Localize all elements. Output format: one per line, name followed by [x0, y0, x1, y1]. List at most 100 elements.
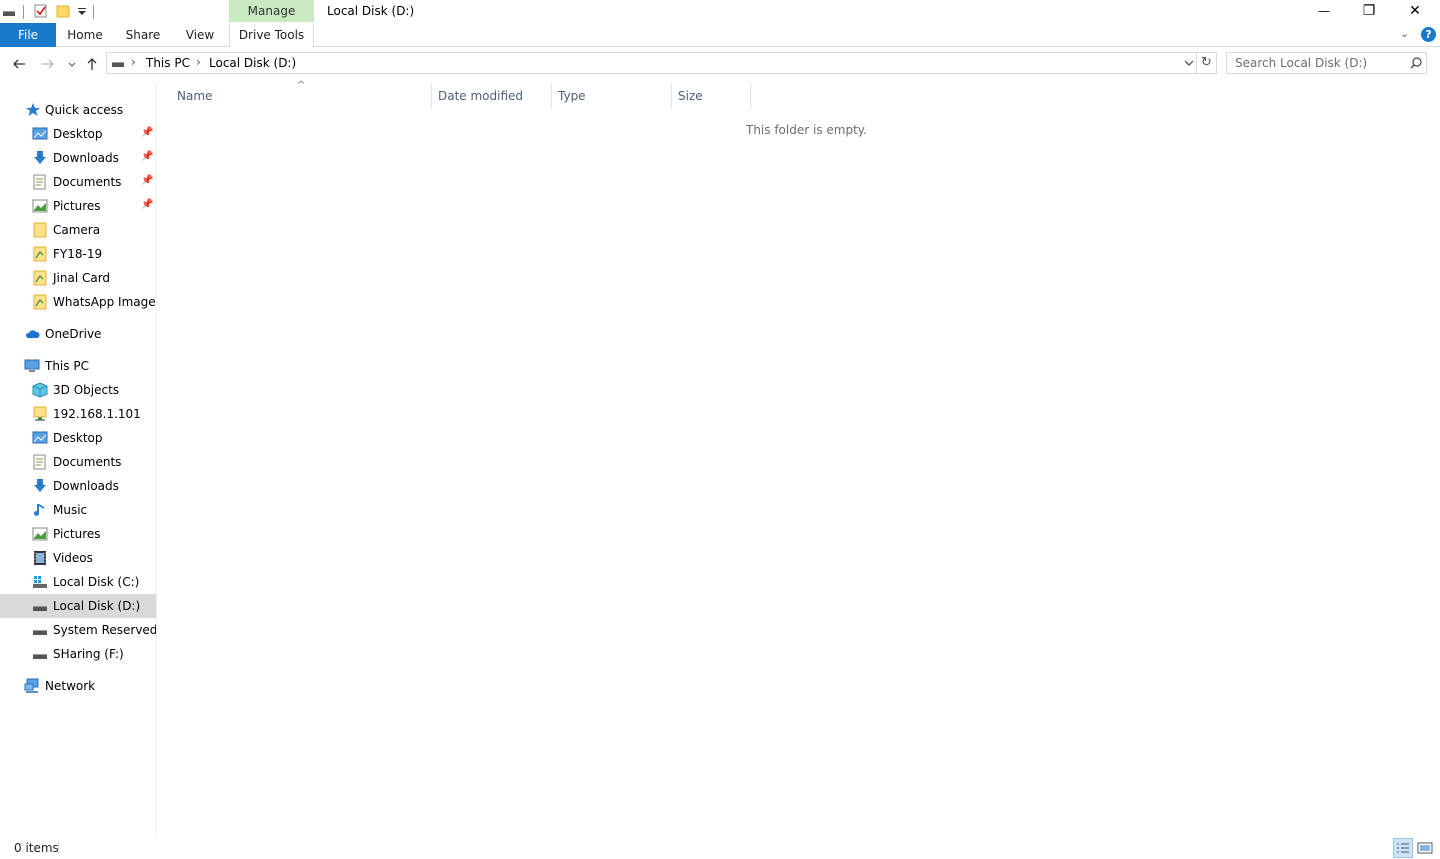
nav-this-pc[interactable]: This PC [0, 354, 156, 378]
tab-home[interactable]: Home [62, 23, 108, 47]
3d-objects-icon [32, 382, 48, 398]
restore-button[interactable]: ❐ [1346, 0, 1392, 22]
folder-icon [33, 294, 47, 310]
nav-pc-downloads[interactable]: Downloads [0, 474, 156, 498]
nav-quick-documents[interactable]: Documents 📌 [0, 170, 156, 194]
chevron-down-icon[interactable] [1182, 56, 1196, 70]
nav-label: Local Disk (C:) [53, 575, 140, 589]
column-header-type[interactable]: Type [552, 86, 672, 113]
breadcrumb-local-disk-d[interactable]: Local Disk (D:) [209, 56, 296, 70]
nav-pc-videos[interactable]: Videos [0, 546, 156, 570]
tab-file[interactable]: File [0, 23, 56, 47]
nav-label: OneDrive [45, 327, 102, 341]
nav-label: Local Disk (D:) [53, 599, 141, 613]
refresh-icon: ↻ [1201, 55, 1212, 70]
nav-label: Downloads [53, 479, 119, 493]
refresh-button[interactable]: ↻ [1197, 52, 1217, 74]
pin-icon[interactable]: 📌 [141, 127, 153, 139]
nav-network[interactable]: Network [0, 674, 156, 698]
nav-label: Network [45, 679, 96, 693]
navigation-pane: Quick access Desktop 📌 Downloads 📌 Docum… [0, 82, 157, 834]
nav-3d-objects[interactable]: 3D Objects [0, 378, 156, 402]
nav-onedrive[interactable]: OneDrive [0, 322, 156, 346]
nav-quick-downloads[interactable]: Downloads 📌 [0, 146, 156, 170]
search-icon[interactable] [1409, 56, 1423, 70]
cloud-icon [25, 330, 40, 338]
nav-label: Desktop [53, 431, 103, 445]
minimize-button[interactable]: — [1301, 0, 1347, 22]
nav-quick-desktop[interactable]: Desktop 📌 [0, 122, 156, 146]
pin-icon[interactable]: 📌 [141, 151, 153, 163]
column-header-date-modified[interactable]: Date modified [432, 86, 552, 113]
nav-label: Downloads [53, 151, 119, 165]
window-title: Local Disk (D:) [327, 4, 415, 18]
recent-locations-icon[interactable] [63, 55, 81, 73]
breadcrumb-separator[interactable]: › [131, 55, 136, 69]
new-folder-icon[interactable] [56, 4, 70, 18]
help-icon[interactable]: ? [1421, 27, 1436, 42]
network-icon [24, 678, 39, 693]
breadcrumb-this-pc[interactable]: This PC [146, 56, 190, 70]
properties-icon[interactable] [34, 4, 48, 18]
breadcrumb-separator[interactable]: › [196, 55, 201, 69]
manage-tab[interactable]: Manage [229, 0, 314, 22]
minimize-icon: — [1318, 4, 1330, 18]
file-list[interactable]: Name ^ Date modified Type Size This fold… [160, 80, 1440, 834]
forward-icon[interactable] [39, 55, 57, 73]
nav-quick-fy18-19[interactable]: FY18-19 [0, 242, 156, 266]
drive-icon [33, 606, 47, 611]
nav-label: 192.168.1.101 [53, 407, 141, 421]
nav-pc-desktop[interactable]: Desktop [0, 426, 156, 450]
drive-icon [33, 630, 47, 635]
close-button[interactable]: ✕ [1392, 0, 1438, 22]
star-icon [26, 103, 40, 116]
nav-pc-pictures[interactable]: Pictures [0, 522, 156, 546]
nav-network-drive[interactable]: 192.168.1.101 [0, 402, 156, 426]
downloads-icon [34, 151, 46, 164]
title-bar: Manage Local Disk (D:) — ❐ ✕ [0, 0, 1440, 24]
navigation-bar: › This PC › Local Disk (D:) ↻ [0, 48, 1440, 80]
nav-pc-music[interactable]: Music [0, 498, 156, 522]
expand-ribbon-icon[interactable]: ⌄ [1400, 27, 1414, 41]
restore-icon: ❐ [1362, 3, 1376, 19]
tab-drive-tools[interactable]: Drive Tools [229, 23, 314, 47]
documents-icon [33, 174, 46, 190]
nav-local-disk-d[interactable]: Local Disk (D:) [0, 594, 156, 618]
search-input[interactable] [1227, 53, 1405, 73]
nav-quick-pictures[interactable]: Pictures 📌 [0, 194, 156, 218]
downloads-icon [34, 479, 46, 492]
pin-icon[interactable]: 📌 [141, 175, 153, 187]
address-bar[interactable]: › This PC › Local Disk (D:) [106, 52, 1197, 74]
nav-local-disk-c[interactable]: Local Disk (C:) [0, 570, 156, 594]
nav-label: SHaring (F:) [53, 647, 124, 661]
large-icons-view-icon[interactable] [1415, 838, 1435, 858]
back-icon[interactable] [10, 55, 28, 73]
nav-quick-jinal-card[interactable]: Jinal Card [0, 266, 156, 290]
column-header-size[interactable]: Size [672, 86, 751, 113]
tab-view[interactable]: View [178, 23, 222, 47]
nav-quick-whatsapp-images[interactable]: WhatsApp Images [0, 290, 156, 314]
music-icon [34, 504, 44, 516]
empty-folder-message: This folder is empty. [746, 123, 867, 137]
drive-icon [3, 11, 15, 16]
column-divider[interactable] [750, 83, 751, 109]
nav-label: FY18-19 [53, 247, 103, 261]
details-view-icon[interactable] [1393, 838, 1413, 858]
item-count: 0 items [14, 841, 59, 855]
up-icon[interactable] [83, 55, 101, 73]
pin-icon[interactable]: 📌 [141, 199, 153, 211]
nav-label: WhatsApp Images [53, 295, 157, 309]
nav-quick-camera[interactable]: Camera [0, 218, 156, 242]
customize-toolbar-icon[interactable] [75, 4, 89, 18]
nav-quick-access[interactable]: Quick access [0, 98, 156, 122]
folder-icon [33, 222, 47, 238]
nav-label: This PC [45, 359, 89, 373]
search-box[interactable] [1226, 52, 1427, 74]
tab-share[interactable]: Share [120, 23, 166, 47]
nav-sharing-f[interactable]: SHaring (F:) [0, 642, 156, 666]
nav-label: Music [53, 503, 88, 517]
sort-ascending-icon: ^ [297, 80, 306, 91]
nav-system-reserved-e[interactable]: System Reserved (E: [0, 618, 156, 642]
desktop-icon [32, 127, 48, 140]
nav-pc-documents[interactable]: Documents [0, 450, 156, 474]
